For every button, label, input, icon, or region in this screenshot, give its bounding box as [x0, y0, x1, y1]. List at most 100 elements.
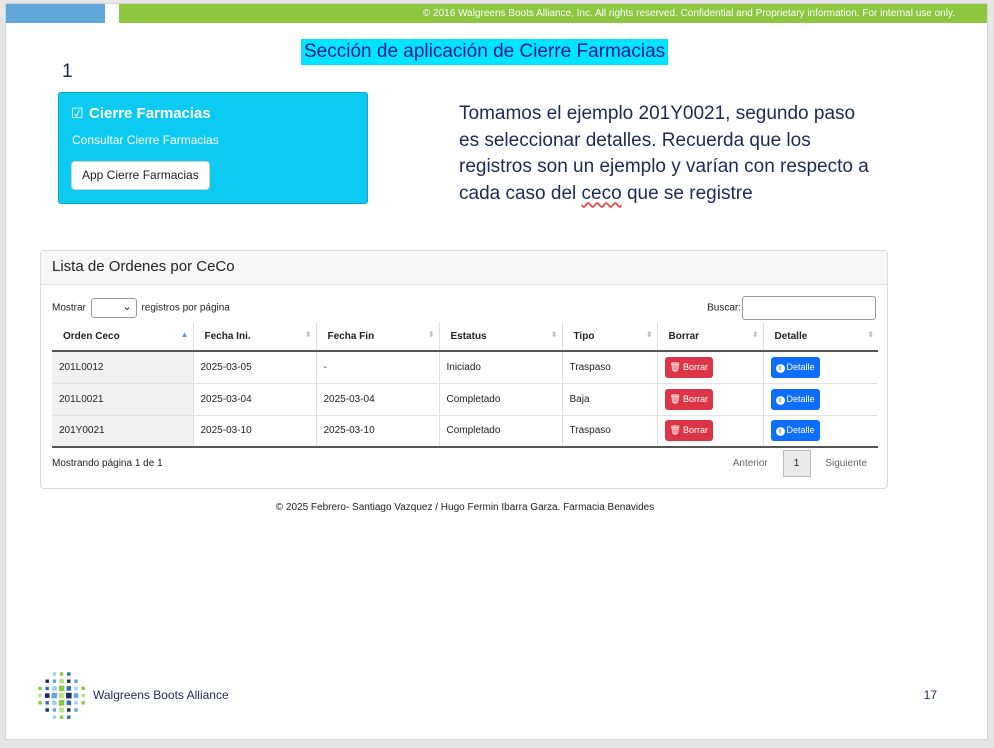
cell-fecha-fin: -: [316, 351, 440, 384]
table-header-row: Orden Ceco ▲ Fecha Ini. ⬍ Fecha Fin ⬍ Estat…: [52, 322, 878, 352]
table-row: 201L0012 2025-03-05 - Iniciado Traspaso …: [52, 351, 878, 384]
logo-tile: [67, 708, 71, 712]
logo-tile: [52, 708, 57, 712]
logo-tile: [59, 678, 64, 684]
column-header-tipo[interactable]: Tipo ⬍: [562, 322, 658, 352]
cell-fecha-fin: 2025-03-04: [316, 383, 440, 416]
logo-tile: [67, 679, 71, 683]
cell-orden-ceco: 201L0021: [52, 383, 194, 416]
detail-button[interactable]: i Detalle: [770, 420, 820, 442]
sort-icon: ⬍: [304, 330, 312, 339]
list-check-icon: ☑: [71, 105, 84, 121]
search-control: Buscar:: [707, 296, 876, 320]
column-label: Estatus: [450, 330, 487, 342]
search-input[interactable]: [742, 296, 876, 320]
show-prefix-label: Mostrar: [52, 302, 86, 314]
sort-icon: ⬍: [427, 330, 435, 339]
logo-tile: [38, 693, 42, 698]
logo-tile: [52, 686, 57, 691]
detail-button[interactable]: i Detalle: [770, 388, 820, 410]
column-label: Borrar: [668, 330, 700, 342]
cell-detalle: i Detalle: [763, 383, 878, 416]
delete-button-label: Borrar: [682, 361, 708, 372]
column-header-estatus[interactable]: Estatus ⬍: [439, 322, 563, 352]
logo-tile: [67, 715, 71, 719]
banner-copyright: © 2016 Walgreens Boots Alliance, Inc. Al…: [119, 4, 987, 23]
column-header-detalle[interactable]: Detalle ⬍: [763, 322, 878, 352]
table-row: 201Y0021 2025-03-10 2025-03-10 Completad…: [52, 415, 878, 448]
column-header-fecha-ini[interactable]: Fecha Ini. ⬍: [193, 322, 317, 352]
logo-tile: [81, 693, 85, 698]
cell-detalle: i Detalle: [763, 415, 878, 448]
logo-tile: [66, 700, 72, 706]
column-label: Fecha Ini.: [204, 330, 251, 342]
logo-tile: [58, 692, 65, 699]
clipped-text-remnant: [58, 203, 358, 211]
orders-table: Orden Ceco ▲ Fecha Ini. ⬍ Fecha Fin ⬍ Estat…: [52, 322, 878, 448]
cell-estatus: Iniciado: [439, 351, 563, 384]
delete-button[interactable]: 🗑 Borrar: [664, 356, 713, 378]
table-row: 201L0021 2025-03-04 2025-03-04 Completad…: [52, 383, 878, 416]
column-label: Tipo: [573, 330, 595, 342]
logo-tile: [44, 693, 50, 698]
column-label: Orden Ceco: [63, 330, 120, 342]
sort-icon: ⬍: [751, 330, 759, 339]
pagination-next[interactable]: Siguiente: [825, 450, 867, 477]
logo-tile: [73, 693, 79, 698]
table-info: Mostrando página 1 de 1: [52, 458, 163, 469]
cell-fecha-ini: 2025-03-04: [193, 383, 317, 416]
logo-tile: [45, 686, 49, 691]
logo-tile: [74, 686, 78, 691]
sort-icon: ⬍: [645, 330, 653, 339]
logo-tile: [45, 708, 49, 712]
cell-borrar: 🗑 Borrar: [657, 415, 764, 448]
page-length-control: Mostrar ⌄ registros por página: [52, 298, 230, 318]
logo-tile: [58, 685, 65, 692]
info-icon: i: [775, 427, 785, 437]
banner-blue-bar: [6, 4, 105, 23]
panel-title: Lista de Ordenes por CeCo: [41, 251, 887, 285]
cell-borrar: 🗑 Borrar: [657, 351, 764, 384]
logo-tile: [51, 692, 58, 699]
footer-credit: © 2025 Febrero- Santiago Vazquez / Hugo …: [275, 502, 655, 513]
column-header-orden-ceco[interactable]: Orden Ceco ▲: [52, 322, 194, 352]
cell-estatus: Completado: [439, 383, 563, 416]
instruction-text: Tomamos el ejemplo 201Y0021, segundo pas…: [459, 101, 879, 207]
delete-button[interactable]: 🗑 Borrar: [664, 388, 713, 410]
detail-button-label: Detalle: [786, 425, 815, 436]
sort-asc-icon: ▲: [180, 330, 189, 339]
cell-fecha-fin: 2025-03-10: [316, 415, 440, 448]
cell-detalle: i Detalle: [763, 351, 878, 384]
delete-button[interactable]: 🗑 Borrar: [664, 420, 713, 442]
logo-tile: [74, 708, 78, 712]
presentation-slide: © 2016 Walgreens Boots Alliance, Inc. Al…: [5, 3, 988, 740]
logo-tile: [81, 686, 85, 691]
column-header-fecha-fin[interactable]: Fecha Fin ⬍: [316, 322, 440, 352]
logo-tile: [38, 686, 42, 691]
open-app-button[interactable]: App Cierre Farmacias: [71, 161, 210, 190]
logo-tile: [59, 715, 64, 719]
delete-button-label: Borrar: [682, 393, 708, 404]
logo-tile: [52, 679, 57, 683]
delete-button-label: Borrar: [682, 425, 708, 436]
logo-tile: [58, 700, 65, 706]
pagination-current-page[interactable]: 1: [782, 450, 811, 477]
logo-tile: [52, 715, 57, 719]
logo-tile: [59, 672, 64, 676]
page-length-select[interactable]: ⌄: [90, 298, 137, 318]
show-suffix-label: registros por página: [141, 302, 230, 314]
column-header-borrar[interactable]: Borrar ⬍: [657, 322, 764, 352]
detail-button[interactable]: i Detalle: [770, 356, 820, 378]
logo-tile: [59, 707, 64, 713]
section-title: Sección de aplicación de Cierre Farmacia…: [301, 39, 669, 65]
pagination-previous[interactable]: Anterior: [733, 450, 768, 477]
logo-tile: [74, 679, 78, 683]
instruction-part-2: que se registre: [621, 182, 753, 204]
logo-tile: [67, 672, 71, 676]
app-card-cierre-farmacias: ☑ Cierre Farmacias Consultar Cierre Farma…: [58, 92, 368, 204]
search-label: Buscar:: [707, 302, 741, 314]
logo-tile: [52, 700, 57, 706]
cell-orden-ceco: 201Y0021: [52, 415, 194, 448]
chevron-down-icon: ⌄: [122, 301, 132, 313]
cell-tipo: Baja: [562, 383, 658, 416]
